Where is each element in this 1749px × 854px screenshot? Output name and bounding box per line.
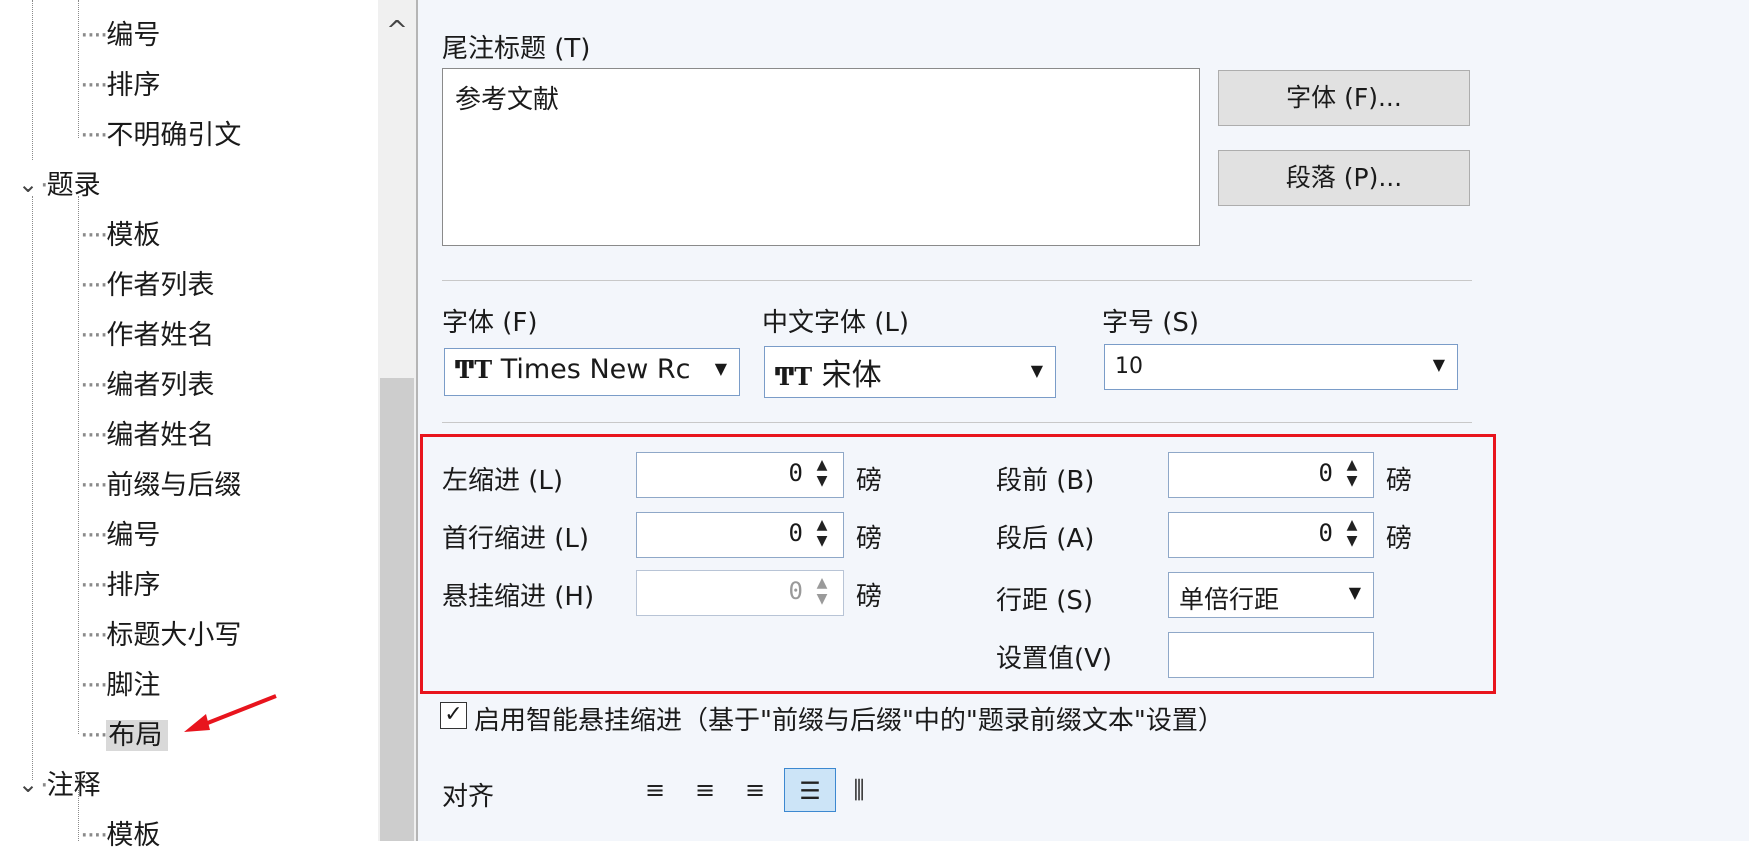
- spin-arrows-icon[interactable]: ▲ ▼: [1343, 517, 1361, 549]
- paragraph-button[interactable]: 段落 (P)...: [1218, 150, 1470, 206]
- align-left-icon[interactable]: ≡: [636, 768, 674, 812]
- tree-item-editor-name[interactable]: ····编者姓名: [80, 418, 214, 454]
- tree-item-author-list[interactable]: ····作者列表: [80, 268, 214, 304]
- tree-item-template[interactable]: ····模板: [80, 818, 160, 854]
- hanging-indent-label: 悬挂缩进 (H): [442, 582, 595, 612]
- font-size-label: 字号 (S): [1102, 308, 1200, 338]
- cn-font-select[interactable]: ͲT 宋体 ▼: [764, 346, 1056, 398]
- layout-settings-panel: 尾注标题 (T) 参考文献 字体 (F)... 段落 (P)... 字体 (F)…: [418, 0, 1749, 841]
- endnote-title-input[interactable]: 参考文献: [442, 68, 1200, 246]
- tree-guide-line: [78, 0, 79, 138]
- first-line-indent-unit: 磅: [856, 524, 883, 554]
- space-after-label: 段后 (A): [996, 524, 1095, 554]
- first-line-indent-label: 首行缩进 (L): [442, 524, 590, 554]
- space-before-label: 段前 (B): [996, 466, 1095, 496]
- font-select[interactable]: ͲT Times New Rc ▼: [444, 348, 740, 396]
- line-spacing-label: 行距 (S): [996, 586, 1094, 616]
- align-center-icon[interactable]: ≡: [686, 768, 724, 812]
- space-after-unit: 磅: [1386, 524, 1413, 554]
- spin-arrows-icon[interactable]: ▲ ▼: [813, 575, 831, 607]
- truetype-icon: Ͳ: [455, 355, 475, 384]
- tree-item-sorting[interactable]: ····排序: [80, 68, 160, 104]
- tree-item-footnote[interactable]: ····脚注: [80, 668, 160, 704]
- font-label: 字体 (F): [442, 308, 538, 338]
- smart-hanging-indent-checkbox[interactable]: ✓: [440, 702, 467, 729]
- tree-item-numbering[interactable]: ····编号: [80, 18, 160, 54]
- divider: [442, 280, 1472, 281]
- tree-item-title-case[interactable]: ····标题大小写: [80, 618, 241, 654]
- check-icon: ✓: [444, 702, 463, 727]
- left-indent-spinner[interactable]: 0 ▲ ▼: [636, 452, 844, 498]
- cn-font-label: 中文字体 (L): [762, 308, 910, 338]
- divider: [442, 422, 1472, 423]
- tree-item-ambiguous-citation[interactable]: ····不明确引文: [80, 118, 241, 154]
- tree-item-numbering[interactable]: ····编号: [80, 518, 160, 554]
- smart-hanging-indent-label: 启用智能悬挂缩进（基于"前缀与后缀"中的"题录前缀文本"设置）: [474, 706, 1224, 736]
- tree-item-editor-list[interactable]: ····编者列表: [80, 368, 214, 404]
- hanging-indent-unit: 磅: [856, 582, 883, 612]
- line-spacing-select[interactable]: 单倍行距 ▼: [1168, 572, 1374, 618]
- endnote-title-label: 尾注标题 (T): [442, 34, 591, 64]
- tree-guide-line: [78, 196, 79, 734]
- align-right-icon[interactable]: ≡: [736, 768, 774, 812]
- chevron-down-icon[interactable]: ⌄: [18, 170, 38, 198]
- left-indent-label: 左缩进 (L): [442, 466, 564, 496]
- scrollbar-thumb[interactable]: [380, 378, 414, 841]
- font-button[interactable]: 字体 (F)...: [1218, 70, 1470, 126]
- tree-item-bibliography[interactable]: ·题录: [40, 168, 101, 204]
- setting-value-label: 设置值(V): [996, 644, 1113, 674]
- tree-item-prefix-suffix[interactable]: ····前缀与后缀: [80, 468, 241, 504]
- setting-value-input[interactable]: [1168, 632, 1374, 678]
- tree-guide-line: [32, 0, 33, 160]
- tree-scrollbar[interactable]: ^: [378, 0, 416, 841]
- tree-item-template[interactable]: ····模板: [80, 218, 160, 254]
- spin-arrows-icon[interactable]: ▲ ▼: [813, 517, 831, 549]
- space-after-spinner[interactable]: 0 ▲ ▼: [1168, 512, 1374, 558]
- spin-arrows-icon[interactable]: ▲ ▼: [1343, 457, 1361, 489]
- space-before-unit: 磅: [1386, 466, 1413, 496]
- spin-arrows-icon[interactable]: ▲ ▼: [813, 457, 831, 489]
- alignment-label: 对齐: [442, 782, 495, 812]
- chevron-down-icon: ▼: [1432, 355, 1445, 374]
- chevron-down-icon: ▼: [714, 359, 727, 378]
- first-line-indent-spinner[interactable]: 0 ▲ ▼: [636, 512, 844, 558]
- tree-item-annotation[interactable]: ·注释: [40, 768, 101, 804]
- tree-item-author-name[interactable]: ····作者姓名: [80, 318, 214, 354]
- chevron-down-icon[interactable]: ⌄: [18, 770, 38, 798]
- align-distributed-icon[interactable]: ⫼: [840, 768, 878, 812]
- navigation-tree: ····编号 ····排序 ····不明确引文 ⌄ ·题录 ····模板 ···…: [0, 0, 418, 851]
- chevron-down-icon: ▼: [1348, 583, 1361, 602]
- space-before-spinner[interactable]: 0 ▲ ▼: [1168, 452, 1374, 498]
- red-arrow-icon: [184, 694, 277, 732]
- left-indent-unit: 磅: [856, 466, 883, 496]
- chevron-down-icon: ▼: [1030, 361, 1043, 380]
- tree-item-sorting[interactable]: ····排序: [80, 568, 160, 604]
- tree-item-layout[interactable]: ····布局: [80, 718, 169, 754]
- hanging-indent-spinner[interactable]: 0 ▲ ▼: [636, 570, 844, 616]
- truetype-icon: Ͳ: [775, 362, 795, 391]
- font-size-select[interactable]: 10 ▼: [1104, 344, 1458, 390]
- chevron-up-icon[interactable]: ^: [378, 16, 416, 46]
- align-justify-icon[interactable]: ☰: [784, 768, 836, 812]
- tree-guide-line: [32, 196, 33, 780]
